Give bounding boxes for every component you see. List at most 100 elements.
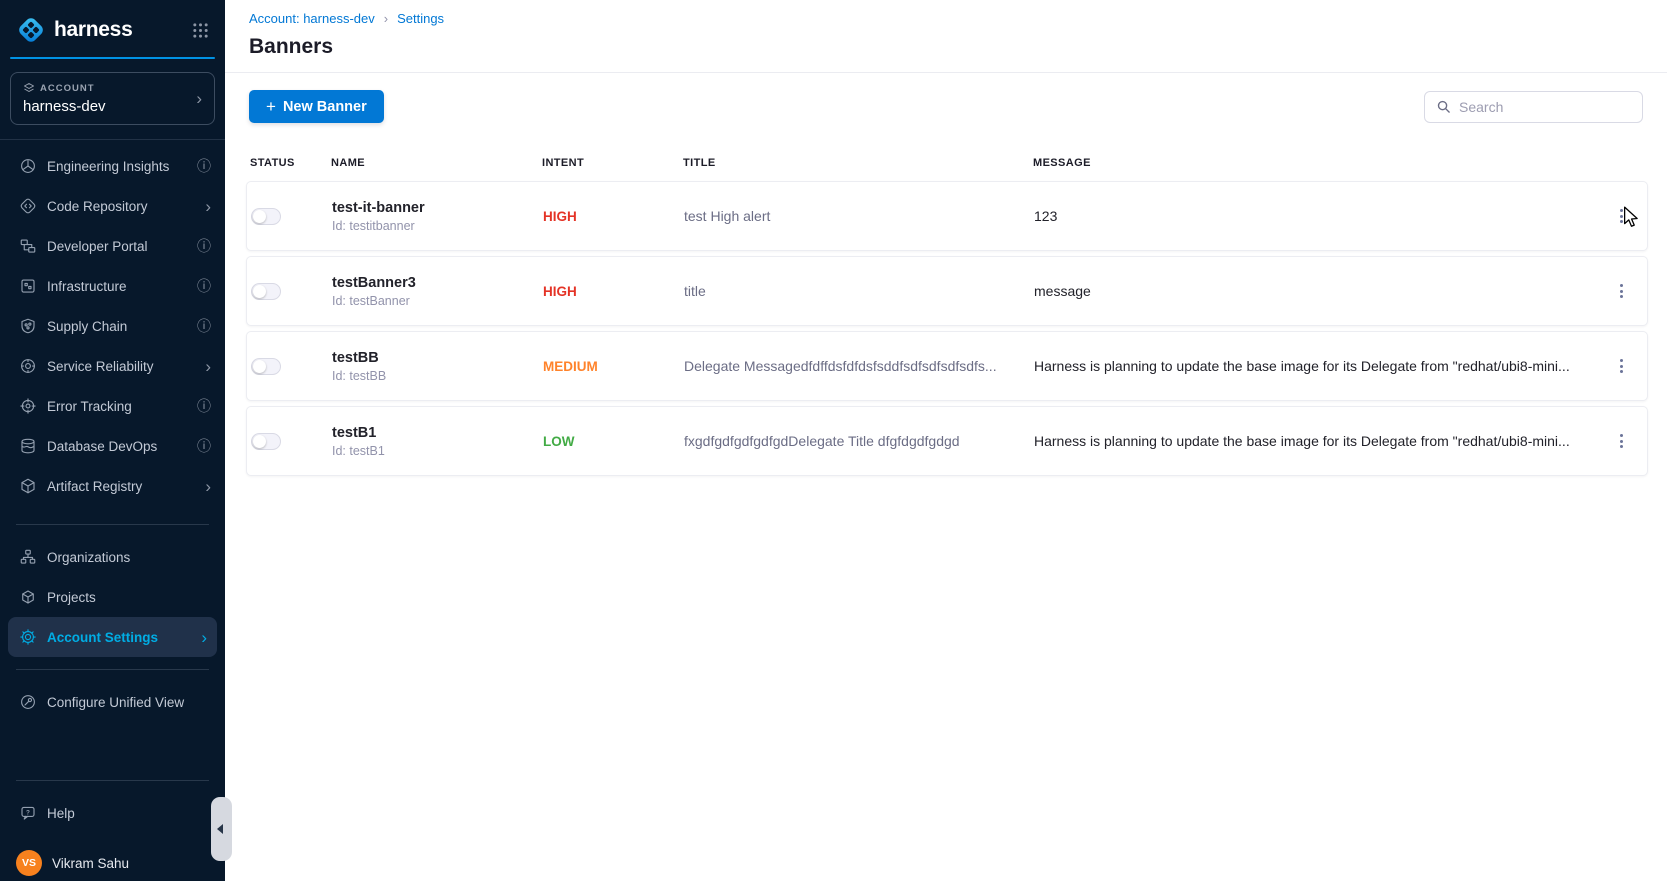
gear-icon xyxy=(18,628,37,646)
sidebar-item-account-settings[interactable]: Account Settings › xyxy=(8,617,217,657)
page-header: Account: harness-dev › Settings Banners xyxy=(225,0,1667,73)
sidebar-item-configure-unified-view[interactable]: Configure Unified View xyxy=(0,682,225,722)
table-row[interactable]: testBB Id: testBB MEDIUM Delegate Messag… xyxy=(246,331,1648,401)
sidebar-divider xyxy=(16,524,209,525)
table-header: STATUS NAME INTENT TITLE MESSAGE xyxy=(246,144,1648,181)
sidebar-item-error-tracking[interactable]: Error Tracking ⓘ xyxy=(0,386,225,426)
new-banner-button[interactable]: + New Banner xyxy=(249,90,384,123)
sidebar-item-engineering-insights[interactable]: Engineering Insights ⓘ xyxy=(0,146,225,186)
user-menu[interactable]: VS Vikram Sahu xyxy=(0,833,225,881)
status-toggle[interactable] xyxy=(251,283,281,300)
avatar: VS xyxy=(16,850,42,876)
info-icon[interactable]: ⓘ xyxy=(197,396,211,416)
table-row[interactable]: testB1 Id: testB1 LOW fxgdfgdfgdfgdfgdDe… xyxy=(246,406,1648,476)
banner-title: title xyxy=(684,283,1034,299)
info-icon[interactable]: ⓘ xyxy=(197,276,211,296)
sidebar-divider xyxy=(16,780,209,781)
table-row[interactable]: testBanner3 Id: testBanner HIGH title me… xyxy=(246,256,1648,326)
account-layers-icon xyxy=(23,82,35,94)
breadcrumb: Account: harness-dev › Settings xyxy=(249,11,1643,26)
sidebar-item-supply-chain[interactable]: Supply Chain ⓘ xyxy=(0,306,225,346)
chevron-right-icon: › xyxy=(201,629,207,646)
sidebar-item-label: Developer Portal xyxy=(47,239,187,254)
sidebar-item-projects[interactable]: Projects xyxy=(0,577,225,617)
banner-name: test-it-banner xyxy=(332,200,529,216)
row-menu-icon[interactable] xyxy=(1599,280,1643,302)
artifact-registry-icon xyxy=(18,477,37,495)
sidebar-item-label: Database DevOps xyxy=(47,439,187,454)
info-icon[interactable]: ⓘ xyxy=(197,156,211,176)
sidebar-item-code-repository[interactable]: Code Repository › xyxy=(0,186,225,226)
accent-underline xyxy=(10,57,215,59)
sidebar-item-service-reliability[interactable]: Service Reliability › xyxy=(0,346,225,386)
harness-wordmark: harness xyxy=(54,18,184,42)
plus-icon: + xyxy=(266,98,276,115)
banner-name: testBanner3 xyxy=(332,275,529,291)
banner-intent: HIGH xyxy=(543,284,684,299)
toggle-knob xyxy=(253,360,266,373)
column-name: NAME xyxy=(331,157,542,169)
column-title: TITLE xyxy=(683,157,1033,169)
info-icon[interactable]: ⓘ xyxy=(197,436,211,456)
banners-table: STATUS NAME INTENT TITLE MESSAGE test-it… xyxy=(225,144,1667,481)
row-menu-icon[interactable] xyxy=(1599,205,1643,227)
banner-id: Id: testBB xyxy=(332,369,529,383)
info-icon[interactable]: ⓘ xyxy=(197,236,211,256)
sidebar-item-label: Code Repository xyxy=(47,199,195,214)
banner-message: Harness is planning to update the base i… xyxy=(1034,433,1599,449)
table-row[interactable]: test-it-banner Id: testitbanner HIGH tes… xyxy=(246,181,1648,251)
banner-name: testBB xyxy=(332,350,529,366)
column-message: MESSAGE xyxy=(1033,157,1600,169)
sidebar-collapse-handle[interactable] xyxy=(211,797,232,861)
sidebar: harness ACCOUNT harness-dev › xyxy=(0,0,225,881)
status-toggle[interactable] xyxy=(251,433,281,450)
sidebar-item-label: Error Tracking xyxy=(47,399,187,414)
banner-title: Delegate Messagedfdffdsfdfdsfsddfsdfsdfs… xyxy=(684,358,1034,374)
toolbar: + New Banner xyxy=(225,73,1667,144)
toggle-knob xyxy=(253,285,266,298)
banner-intent: HIGH xyxy=(543,209,684,224)
collapse-left-icon xyxy=(217,824,223,834)
chevron-right-icon: › xyxy=(205,198,211,215)
sidebar-item-label: Account Settings xyxy=(47,630,191,645)
banner-title: fxgdfgdfgdfgdfgdDelegate Title dfgfdgdfg… xyxy=(684,433,1034,449)
status-toggle[interactable] xyxy=(251,358,281,375)
sidebar-item-developer-portal[interactable]: Developer Portal ⓘ xyxy=(0,226,225,266)
breadcrumb-settings-link[interactable]: Settings xyxy=(397,11,444,26)
status-toggle[interactable] xyxy=(251,208,281,225)
search-input[interactable] xyxy=(1459,99,1631,115)
banner-intent: LOW xyxy=(543,434,684,449)
sidebar-item-artifact-registry[interactable]: Artifact Registry › xyxy=(0,466,225,506)
account-selector[interactable]: ACCOUNT harness-dev › xyxy=(10,72,215,125)
sidebar-item-help[interactable]: ? Help xyxy=(0,793,225,833)
banner-id: Id: testBanner xyxy=(332,294,529,308)
sidebar-item-database-devops[interactable]: Database DevOps ⓘ xyxy=(0,426,225,466)
banner-message: message xyxy=(1034,283,1599,299)
sidebar-divider xyxy=(16,669,209,670)
banner-intent: MEDIUM xyxy=(543,359,684,374)
chevron-right-icon: › xyxy=(205,358,211,375)
row-menu-icon[interactable] xyxy=(1599,355,1643,377)
info-icon[interactable]: ⓘ xyxy=(197,316,211,336)
sidebar-item-label: Supply Chain xyxy=(47,319,187,334)
banner-message: 123 xyxy=(1034,208,1599,224)
infrastructure-icon xyxy=(18,277,37,295)
developer-portal-icon xyxy=(18,237,37,255)
engineering-insights-icon xyxy=(18,157,37,175)
toggle-knob xyxy=(253,210,266,223)
account-name: harness-dev xyxy=(23,98,196,115)
search-icon xyxy=(1436,99,1451,114)
sidebar-item-label: Artifact Registry xyxy=(47,479,195,494)
sidebar-item-infrastructure[interactable]: Infrastructure ⓘ xyxy=(0,266,225,306)
help-bubble-icon: ? xyxy=(18,804,37,822)
app-grid-icon[interactable] xyxy=(192,22,209,39)
page-title: Banners xyxy=(249,35,1643,59)
breadcrumb-account-link[interactable]: Account: harness-dev xyxy=(249,11,375,26)
sidebar-item-organizations[interactable]: Organizations xyxy=(0,537,225,577)
banner-title: test High alert xyxy=(684,208,1034,224)
banner-id: Id: testitbanner xyxy=(332,219,529,233)
supply-chain-icon xyxy=(18,317,37,335)
harness-logo-icon xyxy=(16,15,46,45)
row-menu-icon[interactable] xyxy=(1599,430,1643,452)
logo-row: harness xyxy=(0,0,225,54)
